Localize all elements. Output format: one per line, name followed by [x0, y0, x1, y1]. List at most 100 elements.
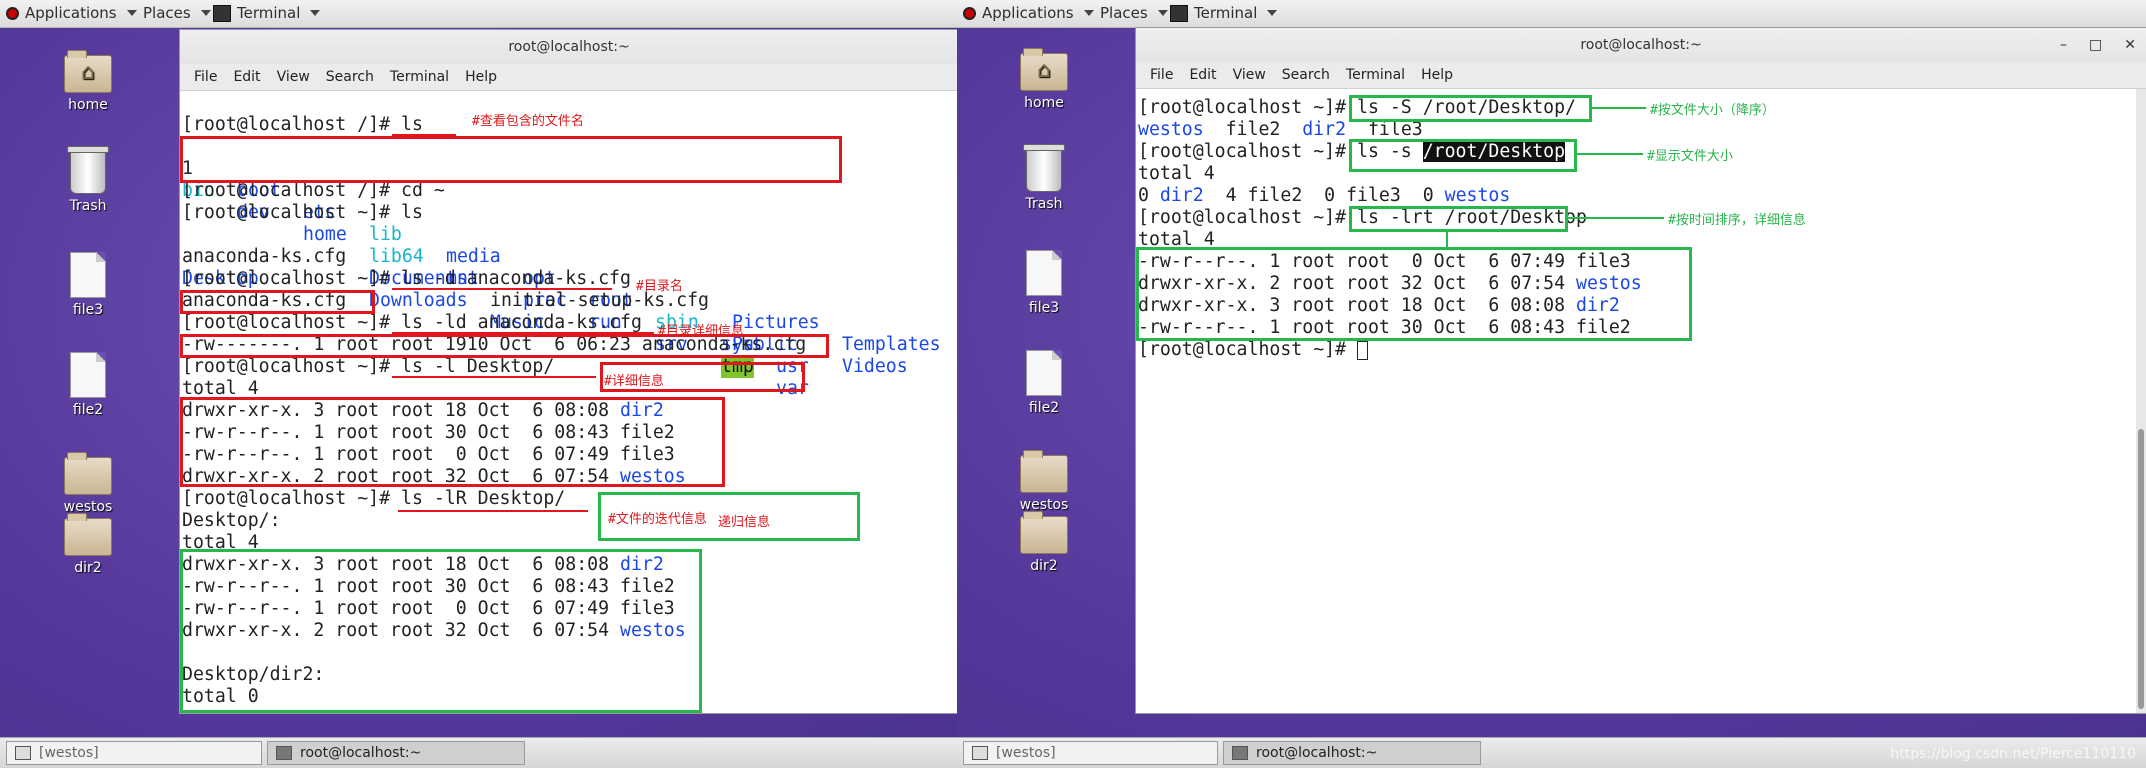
- annotation-box: [180, 397, 725, 487]
- menu-help[interactable]: Help: [457, 69, 505, 85]
- ls-entry: Pictures: [732, 312, 820, 333]
- window-title: root@localhost:~: [1580, 37, 1702, 53]
- annotation-box: [180, 136, 842, 183]
- prompt: [root@localhost ~]#: [182, 312, 391, 333]
- ls-entry: lib64: [369, 246, 424, 267]
- desktop-icon-dir2[interactable]: dir2: [999, 511, 1089, 574]
- chevron-down-icon: [126, 10, 137, 16]
- command: ls -d anaconda-ks.cfg: [401, 268, 631, 289]
- applications-menu[interactable]: Applications: [6, 4, 137, 22]
- desktop-icon-label: home: [68, 97, 108, 113]
- terminal-line: Desktop/:: [182, 510, 281, 532]
- desktop-icon-file2[interactable]: file2: [999, 350, 1089, 416]
- annotation-text: #目录名: [636, 279, 683, 294]
- scrollbar-thumb[interactable]: [2138, 429, 2144, 709]
- terminal-line: [root@localhost ~]# ls -d anaconda-ks.cf…: [182, 268, 631, 290]
- annotation-box: [180, 549, 702, 713]
- output: total 4: [182, 378, 259, 399]
- menu-terminal[interactable]: Terminal: [1338, 67, 1413, 83]
- command: ls: [401, 114, 423, 135]
- folder-icon: [43, 513, 133, 556]
- desktop-icon-home[interactable]: home: [999, 48, 1089, 111]
- ls-entry: dir2: [1159, 185, 1204, 206]
- terminal-line: total 4: [1138, 163, 1215, 185]
- menu-file[interactable]: File: [186, 69, 225, 85]
- menu-bar: File Edit View Search Terminal Help: [1136, 62, 2146, 89]
- chevron-down-icon: [1083, 10, 1094, 16]
- annotation-box: [1136, 247, 1692, 341]
- desktop-icon-file3[interactable]: file3: [999, 250, 1089, 316]
- menu-help[interactable]: Help: [1413, 67, 1461, 83]
- terminal-line: [root@localhost /]# cd ~: [182, 180, 445, 202]
- taskbar-label: root@localhost:~: [1256, 745, 1378, 761]
- ls-entry: media: [446, 246, 501, 267]
- folder-icon: [999, 450, 1089, 493]
- desktop-icon-label: file2: [72, 402, 104, 418]
- ls-entry: Downloads: [369, 290, 468, 311]
- window-titlebar[interactable]: root@localhost:~ – □ ✕: [1136, 28, 2146, 62]
- output: Desktop/:: [182, 510, 281, 531]
- places-menu[interactable]: Places: [143, 4, 211, 22]
- ls-entry: westos: [1444, 185, 1511, 206]
- taskbar-item-westos[interactable]: [westos]: [963, 741, 1218, 765]
- folder-icon: [43, 452, 133, 495]
- terminal-icon: [1170, 4, 1188, 22]
- maximize-icon[interactable]: □: [2089, 28, 2102, 62]
- desktop-icon-label: file2: [1028, 400, 1060, 416]
- desktop-icon-westos[interactable]: westos: [999, 450, 1089, 513]
- taskbar-label: [westos]: [39, 745, 99, 761]
- bottom-panel: [westos] root@localhost:~: [0, 737, 957, 768]
- annotation-text: #详细信息: [604, 374, 664, 389]
- terminal-app-menu[interactable]: Terminal: [213, 4, 321, 22]
- annotation-text: #显示文件大小: [1647, 149, 1733, 164]
- window-titlebar[interactable]: root@localhost:~: [180, 30, 957, 64]
- menu-search[interactable]: Search: [1274, 67, 1338, 83]
- menu-search[interactable]: Search: [318, 69, 382, 85]
- terminal-icon: [1232, 746, 1248, 760]
- annotation-box: [180, 334, 829, 358]
- terminal-icon: [276, 746, 292, 760]
- menu-edit[interactable]: Edit: [225, 69, 268, 85]
- places-menu[interactable]: Places: [1100, 4, 1168, 22]
- top-panel: Applications Places Terminal: [957, 0, 2146, 28]
- desktop-icon-label: dir2: [1030, 558, 1058, 574]
- desktop-icon-trash[interactable]: Trash: [43, 146, 133, 214]
- output: 0: [1138, 185, 1160, 206]
- menu-terminal[interactable]: Terminal: [382, 69, 457, 85]
- desktop-icon-dir2[interactable]: dir2: [43, 513, 133, 576]
- scrollbar[interactable]: [2136, 89, 2146, 713]
- menu-edit[interactable]: Edit: [1181, 67, 1224, 83]
- desktop-icon-file3[interactable]: file3: [43, 252, 133, 318]
- annotation-box: [1349, 139, 1577, 172]
- terminal-output[interactable]: [root@localhost ~]# ls -S /root/Desktop/…: [1136, 89, 2146, 713]
- taskbar-item-terminal[interactable]: root@localhost:~: [1223, 741, 1481, 765]
- desktop-icon-label: file3: [72, 302, 104, 318]
- output: 4 file2 0 file3 0: [1203, 185, 1445, 206]
- redhat-logo-icon: [963, 6, 976, 20]
- terminal-output[interactable]: [root@localhost /]# ls 1 boot etc lib me…: [180, 92, 957, 713]
- taskbar-item-westos[interactable]: [westos]: [6, 741, 262, 765]
- desktop-icon-trash[interactable]: Trash: [999, 144, 1089, 212]
- applications-menu[interactable]: Applications: [963, 4, 1094, 22]
- desktop-icon-westos[interactable]: westos: [43, 452, 133, 515]
- applications-label: Applications: [982, 4, 1074, 22]
- ls-entry: file2: [1225, 119, 1281, 140]
- menu-view[interactable]: View: [269, 69, 318, 85]
- close-icon[interactable]: ✕: [2124, 28, 2136, 62]
- annotation-connector: [1592, 107, 1646, 109]
- annotation-text: #文件的迭代信息: [608, 512, 707, 527]
- home-folder-icon: [999, 48, 1089, 91]
- taskbar-label: root@localhost:~: [300, 745, 422, 761]
- terminal-line: Desktop Downloads Music Public Videos: [182, 246, 908, 377]
- annotation-box: [180, 290, 375, 314]
- text-cursor: [1357, 340, 1368, 360]
- prompt: [root@localhost ~]#: [1138, 141, 1347, 162]
- terminal-line: [root@localhost ~]# ls: [182, 202, 423, 224]
- menu-view[interactable]: View: [1225, 67, 1274, 83]
- desktop-icon-file2[interactable]: file2: [43, 352, 133, 418]
- desktop-icon-home[interactable]: home: [43, 50, 133, 113]
- menu-file[interactable]: File: [1142, 67, 1181, 83]
- taskbar-item-terminal[interactable]: root@localhost:~: [267, 741, 525, 765]
- terminal-app-menu[interactable]: Terminal: [1170, 4, 1278, 22]
- minimize-icon[interactable]: –: [2060, 28, 2067, 62]
